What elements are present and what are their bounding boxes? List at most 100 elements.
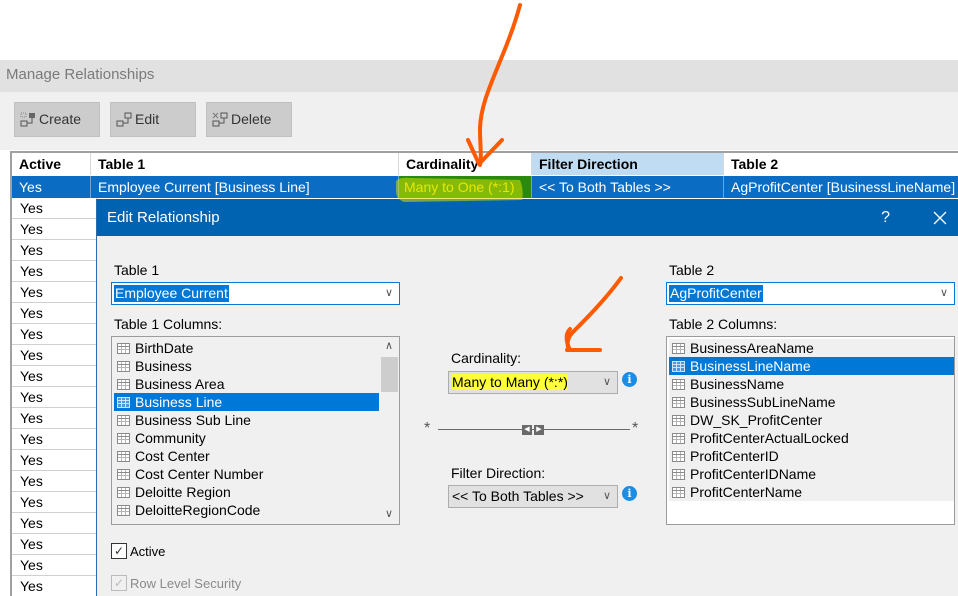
column-icon	[672, 432, 685, 444]
column-icon	[117, 378, 130, 390]
list-item-label: Business Line	[135, 394, 223, 410]
grid-header: Active Table 1 Cardinality Filter Direct…	[12, 153, 958, 175]
table-row[interactable]: Yes	[12, 534, 97, 555]
edit-button[interactable]: Edit	[110, 102, 196, 137]
table2-combobox[interactable]: AgProfitCenter ∨	[666, 282, 955, 305]
list-item[interactable]: Cost Center Number	[114, 465, 379, 483]
list-item-label: DW_SK_ProfitCenter	[690, 412, 823, 428]
column-header-table2[interactable]: Table 2	[724, 153, 958, 175]
create-button[interactable]: Create	[14, 102, 100, 137]
scroll-thumb[interactable]	[381, 357, 398, 392]
table1-columns-label: Table 1 Columns:	[114, 316, 223, 332]
list-item[interactable]: Cost Center	[114, 447, 379, 465]
list-item[interactable]: Deloitte Region	[114, 483, 379, 501]
table-row[interactable]: Yes	[12, 282, 97, 303]
column-icon	[672, 396, 685, 408]
table-row[interactable]: Yes	[12, 198, 97, 219]
filter-direction-dropdown[interactable]: << To Both Tables >> ∨	[448, 485, 618, 508]
table-row[interactable]: Yes	[12, 324, 97, 345]
list-item-label: Business Area	[135, 376, 225, 392]
table-row[interactable]: Yes	[12, 576, 97, 596]
column-header-active[interactable]: Active	[12, 153, 91, 175]
table-row[interactable]: Yes	[12, 345, 97, 366]
list-item[interactable]: Business Area	[114, 375, 379, 393]
cardinality-info-icon[interactable]: i	[622, 372, 637, 387]
delete-button[interactable]: Delete	[206, 102, 292, 137]
table-row[interactable]: Yes	[12, 240, 97, 261]
table-row-selected[interactable]: Yes Employee Current [Business Line] Man…	[12, 176, 958, 198]
screen: Manage Relationships Create Edit Delete …	[0, 0, 958, 596]
column-header-filter-direction[interactable]: Filter Direction	[532, 153, 724, 175]
chevron-up-icon[interactable]: ∧	[379, 339, 399, 356]
list-item[interactable]: DW_SK_ProfitCenter	[669, 411, 954, 429]
close-icon	[933, 211, 947, 225]
column-icon	[672, 378, 685, 390]
column-icon	[117, 342, 130, 354]
column-icon	[117, 468, 130, 480]
list-item[interactable]: Business	[114, 357, 379, 375]
list-item[interactable]: BusinessAreaName	[669, 339, 954, 357]
list-item[interactable]: ProfitCenterActualLocked	[669, 429, 954, 447]
close-button[interactable]	[930, 199, 950, 236]
table-row[interactable]: Yes	[12, 303, 97, 324]
filter-direction-info-icon[interactable]: i	[622, 486, 637, 501]
row-level-security-checkbox: ✓ Row Level Security	[111, 575, 241, 591]
list-item-label: ProfitCenterID	[690, 448, 779, 464]
filter-direction-value: << To Both Tables >>	[452, 488, 584, 504]
list-item[interactable]: ProfitCenterName	[669, 483, 954, 501]
list-item-label: ProfitCenterName	[690, 484, 803, 500]
table-row[interactable]: Yes	[12, 450, 97, 471]
cardinality-label: Cardinality:	[451, 350, 522, 366]
table1-columns-items: BirthDate Business Business Area Business L…	[114, 339, 379, 519]
table-row[interactable]: Yes	[12, 429, 97, 450]
checkmark-icon: ✓	[111, 543, 127, 559]
column-icon	[117, 504, 130, 516]
table1-columns-list[interactable]: BirthDate Business Business Area Business L…	[111, 336, 400, 525]
column-header-cardinality[interactable]: Cardinality	[399, 153, 532, 175]
list-item[interactable]: BirthDate	[114, 339, 379, 357]
list-item[interactable]: Community	[114, 429, 379, 447]
chevron-down-icon: ∨	[939, 287, 948, 299]
table1-scrollbar[interactable]: ∧ ∨	[379, 337, 399, 524]
table-row[interactable]: Yes	[12, 261, 97, 282]
list-item[interactable]: Business Sub Line	[114, 411, 379, 429]
table-row[interactable]: Yes	[12, 555, 97, 576]
list-item[interactable]: BusinessLineName	[669, 357, 954, 375]
active-checkbox[interactable]: ✓ Active	[111, 543, 165, 559]
table2-columns-items: BusinessAreaName BusinessLineName Business…	[669, 339, 954, 501]
table1-combobox[interactable]: Employee Current ∨	[111, 282, 400, 305]
cardinality-value: Many to Many (*:*)	[452, 374, 568, 390]
column-icon	[117, 450, 130, 462]
table-row[interactable]: Yes	[12, 408, 97, 429]
column-header-table1[interactable]: Table 1	[91, 153, 399, 175]
table-row[interactable]: Yes	[12, 366, 97, 387]
chevron-down-icon[interactable]: ∨	[379, 507, 399, 524]
table-row[interactable]: Yes	[12, 387, 97, 408]
list-item-label: ProfitCenterIDName	[690, 466, 817, 482]
list-item[interactable]: BusinessSubLineName	[669, 393, 954, 411]
table2-columns-list[interactable]: BusinessAreaName BusinessLineName Business…	[666, 336, 955, 525]
table-row[interactable]: Yes	[12, 471, 97, 492]
table1-value: Employee Current	[114, 285, 229, 302]
column-icon	[117, 396, 130, 408]
grid-rows: Yes Yes Yes Yes Yes Yes Yes Yes Yes Yes Yes Yes Yes Y…	[12, 198, 97, 596]
cardinality-left-symbol: *	[424, 420, 431, 437]
list-item-label: Business Sub Line	[135, 412, 251, 428]
cardinality-dropdown[interactable]: Many to Many (*:*) ∨	[448, 371, 618, 394]
list-item[interactable]: DeloitteRegionCode	[114, 501, 379, 519]
help-button[interactable]: ?	[881, 199, 890, 236]
table-row[interactable]: Yes	[12, 492, 97, 513]
table-row[interactable]: Yes	[12, 513, 97, 534]
arrow-left-icon: ◀	[522, 425, 532, 435]
list-item-label: Deloitte Region	[135, 484, 231, 500]
list-item-label: Cost Center Number	[135, 466, 264, 482]
list-item[interactable]: Business Line	[114, 393, 379, 411]
list-item-label: DeloitteRegionCode	[135, 502, 261, 518]
column-icon	[672, 414, 685, 426]
list-item[interactable]: ProfitCenterIDName	[669, 465, 954, 483]
list-item[interactable]: ProfitCenterID	[669, 447, 954, 465]
list-item[interactable]: BusinessName	[669, 375, 954, 393]
chevron-down-icon: ∨	[602, 376, 611, 388]
table-row[interactable]: Yes	[12, 219, 97, 240]
list-item-label: BirthDate	[135, 340, 194, 356]
